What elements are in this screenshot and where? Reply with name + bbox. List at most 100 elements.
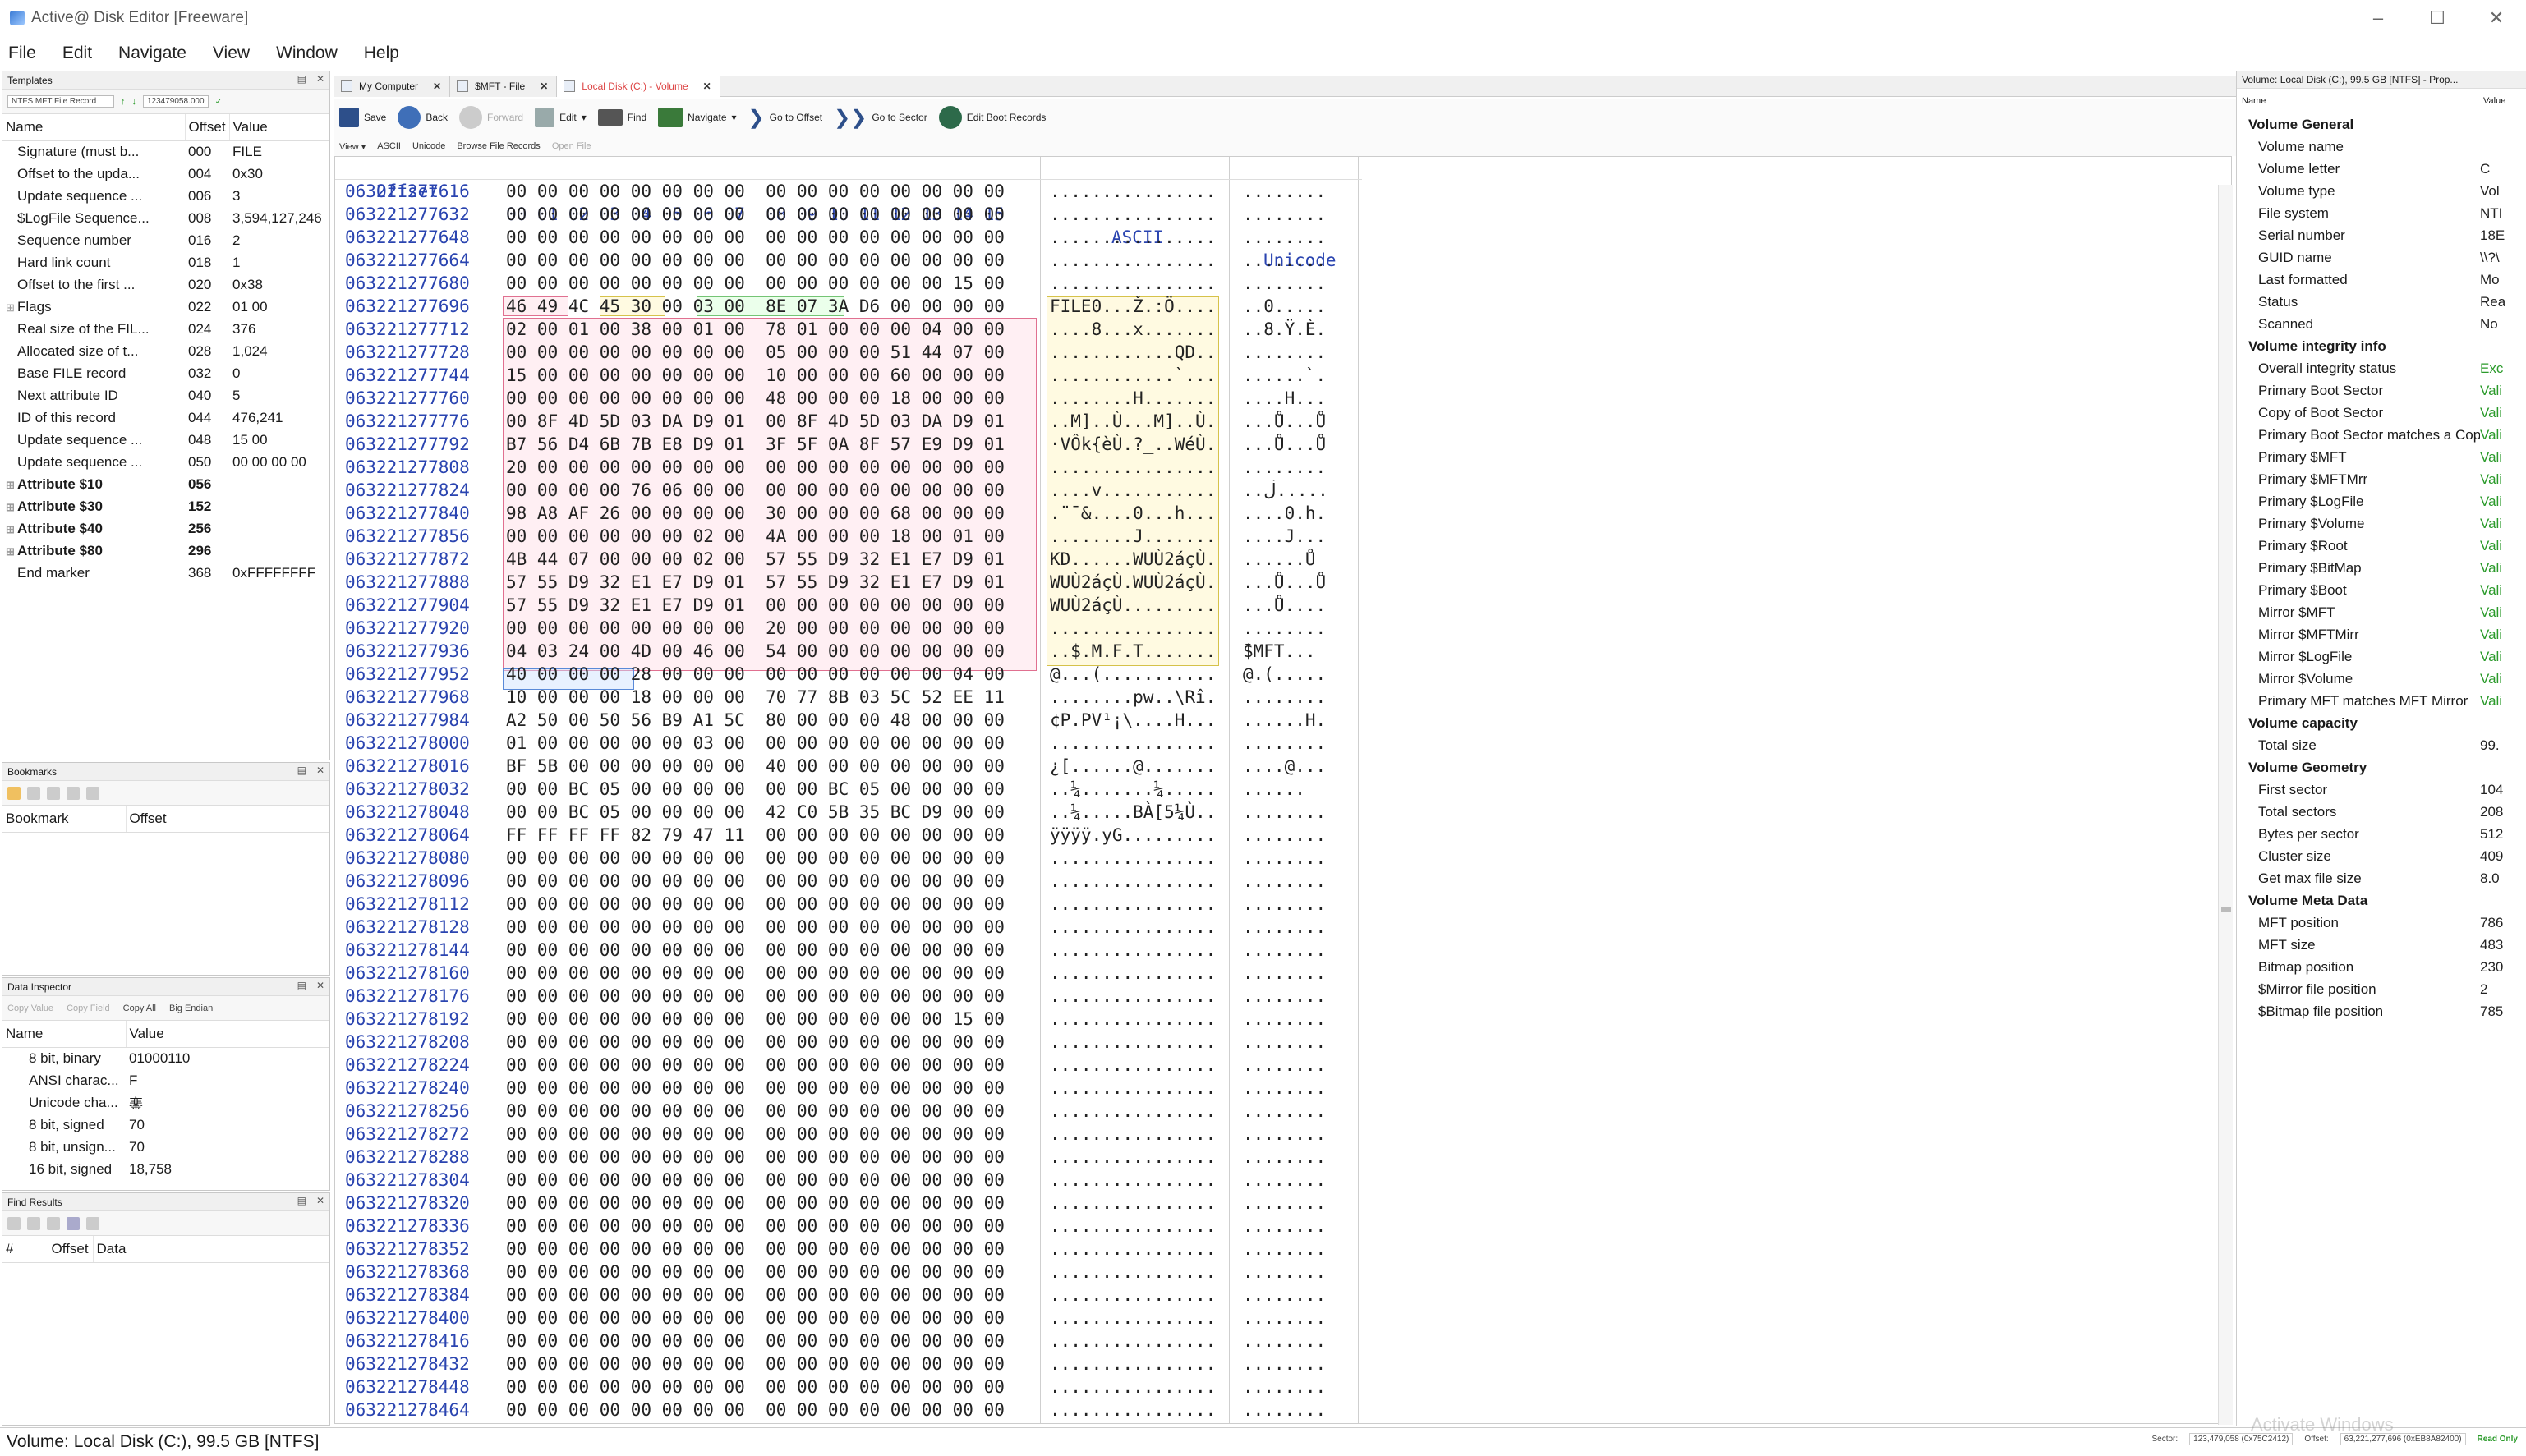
template-row[interactable]: Real size of the FIL... 024 376: [2, 318, 329, 340]
property-row[interactable]: Primary $Volume Vali: [2237, 512, 2526, 535]
property-row[interactable]: Primary $Boot Vali: [2237, 579, 2526, 601]
menu-edit[interactable]: Edit: [62, 44, 92, 63]
col-number[interactable]: #: [2, 1236, 48, 1263]
menu-help[interactable]: Help: [364, 44, 399, 63]
hex-ascii[interactable]: ....v...........: [1050, 479, 1216, 502]
expand-icon[interactable]: ⊞: [6, 479, 17, 492]
col-name[interactable]: Name: [2, 114, 186, 141]
pin-green-icon[interactable]: ✓: [215, 96, 223, 107]
hex-bytes[interactable]: 00 00 00 00 00 00 00 00 00 00 00 00 00 0…: [506, 1100, 1005, 1123]
property-row[interactable]: MFT size 483: [2237, 934, 2526, 956]
hex-bytes[interactable]: 15 00 00 00 00 00 00 00 10 00 00 00 60 0…: [506, 364, 1005, 387]
template-row[interactable]: ⊞ Attribute $80 296: [2, 540, 329, 562]
hex-ascii[interactable]: ................: [1050, 249, 1216, 272]
find-clear-icon[interactable]: [47, 1216, 60, 1230]
hex-ascii[interactable]: ................: [1050, 985, 1216, 1008]
property-row[interactable]: Mirror $LogFile Vali: [2237, 645, 2526, 668]
hex-unicode[interactable]: ̄$MFT...: [1243, 640, 1316, 663]
hex-bytes[interactable]: 00 00 00 00 00 00 00 00 48 00 00 00 18 0…: [506, 387, 1005, 410]
hex-bytes[interactable]: 00 00 00 00 00 00 00 00 00 00 00 00 00 0…: [506, 1146, 1005, 1169]
next-bookmark-icon[interactable]: [67, 786, 80, 800]
hex-unicode[interactable]: ..8.Ÿ.Ѐ.: [1243, 318, 1326, 341]
hex-ascii[interactable]: ................: [1050, 1008, 1216, 1031]
pin-icon[interactable]: ▤: [297, 765, 306, 776]
hex-unicode[interactable]: ........: [1243, 1238, 1326, 1261]
hex-bytes[interactable]: 10 00 00 00 18 00 00 00 70 77 8B 03 5C 5…: [506, 686, 1005, 709]
property-row[interactable]: Volume name: [2237, 135, 2526, 158]
template-row[interactable]: ⊞ Attribute $10 056: [2, 473, 329, 495]
hex-bytes[interactable]: 46 49 4C 45 30 00 03 00 8E 07 3A D6 00 0…: [506, 295, 1005, 318]
hex-bytes[interactable]: 00 00 00 00 00 00 00 00 00 00 00 00 00 0…: [506, 249, 1005, 272]
property-row[interactable]: Mirror $MFTMirr Vali: [2237, 623, 2526, 645]
hex-ascii[interactable]: ................: [1050, 1238, 1216, 1261]
hex-unicode[interactable]: ....J...: [1243, 525, 1326, 548]
hex-ascii[interactable]: .¨¯&....0...h...: [1050, 502, 1216, 525]
hex-bytes[interactable]: 00 00 00 00 00 00 00 00 00 00 00 00 00 0…: [506, 870, 1005, 893]
hex-unicode[interactable]: ........: [1243, 272, 1326, 295]
hex-bytes[interactable]: 00 00 00 00 00 00 00 00 00 00 00 00 00 0…: [506, 1077, 1005, 1100]
template-row[interactable]: ⊞ Flags 022 01 00: [2, 296, 329, 318]
hex-bytes[interactable]: BF 5B 00 00 00 00 00 00 40 00 00 00 00 0…: [506, 755, 1005, 778]
close-icon[interactable]: ✕: [316, 765, 324, 776]
hex-unicode[interactable]: ...Ů...Ů: [1243, 571, 1326, 594]
hex-bytes[interactable]: 00 00 00 00 00 00 00 00 00 00 00 00 00 0…: [506, 1031, 1005, 1054]
hex-ascii[interactable]: ................: [1050, 272, 1216, 295]
hex-unicode[interactable]: ....@...: [1243, 755, 1326, 778]
property-row[interactable]: Bitmap position 230: [2237, 956, 2526, 978]
hex-unicode[interactable]: ........: [1243, 1399, 1326, 1422]
hex-unicode[interactable]: ........: [1243, 180, 1326, 203]
hex-unicode[interactable]: ........: [1243, 1284, 1326, 1307]
hex-ascii[interactable]: ................: [1050, 1123, 1216, 1146]
hex-bytes[interactable]: 00 00 00 00 00 00 00 00 20 00 00 00 00 0…: [506, 617, 1005, 640]
find-prev-icon[interactable]: [7, 1216, 21, 1230]
hex-unicode[interactable]: ........: [1243, 939, 1326, 962]
col-offset[interactable]: Offset: [48, 1236, 94, 1263]
close-button[interactable]: ✕: [2467, 0, 2526, 36]
browse-file-records-button[interactable]: Browse File Records: [457, 141, 540, 151]
hex-unicode[interactable]: ........: [1243, 1008, 1326, 1031]
inspector-row[interactable]: 8 bit, binary 01000110: [2, 1047, 329, 1069]
hex-unicode[interactable]: @.(.....: [1243, 663, 1326, 686]
property-row[interactable]: Volume type Vol: [2237, 180, 2526, 202]
hex-bytes[interactable]: 20 00 00 00 00 00 00 00 00 00 00 00 00 0…: [506, 456, 1005, 479]
hex-ascii[interactable]: ................: [1050, 1077, 1216, 1100]
pin-icon[interactable]: ▤: [297, 73, 306, 85]
hex-bytes[interactable]: 00 00 00 00 00 00 00 00 00 00 00 00 00 0…: [506, 1399, 1005, 1422]
hex-ascii[interactable]: ................: [1050, 847, 1216, 870]
hex-bytes[interactable]: 00 00 00 00 00 00 00 00 00 00 00 00 00 0…: [506, 1261, 1005, 1284]
tab-local-disk-volume[interactable]: Local Disk (C:) - Volume ✕: [557, 76, 720, 97]
hex-ascii[interactable]: WUÙ2áçÙ.WUÙ2áçÙ.: [1050, 571, 1216, 594]
col-data[interactable]: Data: [93, 1236, 329, 1263]
expand-icon[interactable]: ⊞: [6, 523, 17, 536]
hex-ascii[interactable]: ................: [1050, 1215, 1216, 1238]
col-value[interactable]: Value: [126, 1021, 329, 1048]
hex-unicode[interactable]: ........: [1243, 1261, 1326, 1284]
hex-bytes[interactable]: 02 00 01 00 38 00 01 00 78 01 00 00 00 0…: [506, 318, 1005, 341]
hex-bytes[interactable]: 00 00 00 00 00 00 00 00 00 00 00 00 00 0…: [506, 847, 1005, 870]
hex-unicode[interactable]: ......: [1243, 778, 1305, 801]
hex-unicode[interactable]: ........: [1243, 1215, 1326, 1238]
hex-bytes[interactable]: 98 A8 AF 26 00 00 00 00 30 00 00 00 68 0…: [506, 502, 1005, 525]
prev-bookmark-icon[interactable]: [47, 786, 60, 800]
property-row[interactable]: Bytes per sector 512: [2237, 823, 2526, 845]
hex-ascii[interactable]: ................: [1050, 732, 1216, 755]
property-row[interactable]: Overall integrity status Exc: [2237, 357, 2526, 379]
hex-view[interactable]: Offset 00 01 02 03 04 05 06 07 08 09 10 …: [334, 156, 2232, 1424]
hex-ascii[interactable]: ................: [1050, 939, 1216, 962]
property-group[interactable]: Volume integrity info: [2237, 335, 2526, 357]
hex-ascii[interactable]: ................: [1050, 203, 1216, 226]
scroll-thumb[interactable]: [2221, 907, 2231, 912]
hex-ascii[interactable]: ................: [1050, 1376, 1216, 1399]
hex-bytes[interactable]: B7 56 D4 6B 7B E8 D9 01 3F 5F 0A 8F 57 E…: [506, 433, 1005, 456]
hex-unicode[interactable]: ........: [1243, 1146, 1326, 1169]
hex-ascii[interactable]: ................: [1050, 1054, 1216, 1077]
hex-ascii[interactable]: ................: [1050, 1261, 1216, 1284]
copy-value-button[interactable]: Copy Value: [7, 1004, 53, 1013]
open-file-button[interactable]: Open File: [552, 141, 591, 151]
template-row[interactable]: ⊞ Attribute $40 256: [2, 517, 329, 540]
hex-bytes[interactable]: 00 00 00 00 00 00 00 00 00 00 00 00 00 0…: [506, 1215, 1005, 1238]
hex-unicode[interactable]: ........: [1243, 1353, 1326, 1376]
expand-icon[interactable]: ⊞: [6, 301, 17, 315]
property-row[interactable]: Last formatted Mo: [2237, 269, 2526, 291]
hex-unicode[interactable]: ........: [1243, 1330, 1326, 1353]
